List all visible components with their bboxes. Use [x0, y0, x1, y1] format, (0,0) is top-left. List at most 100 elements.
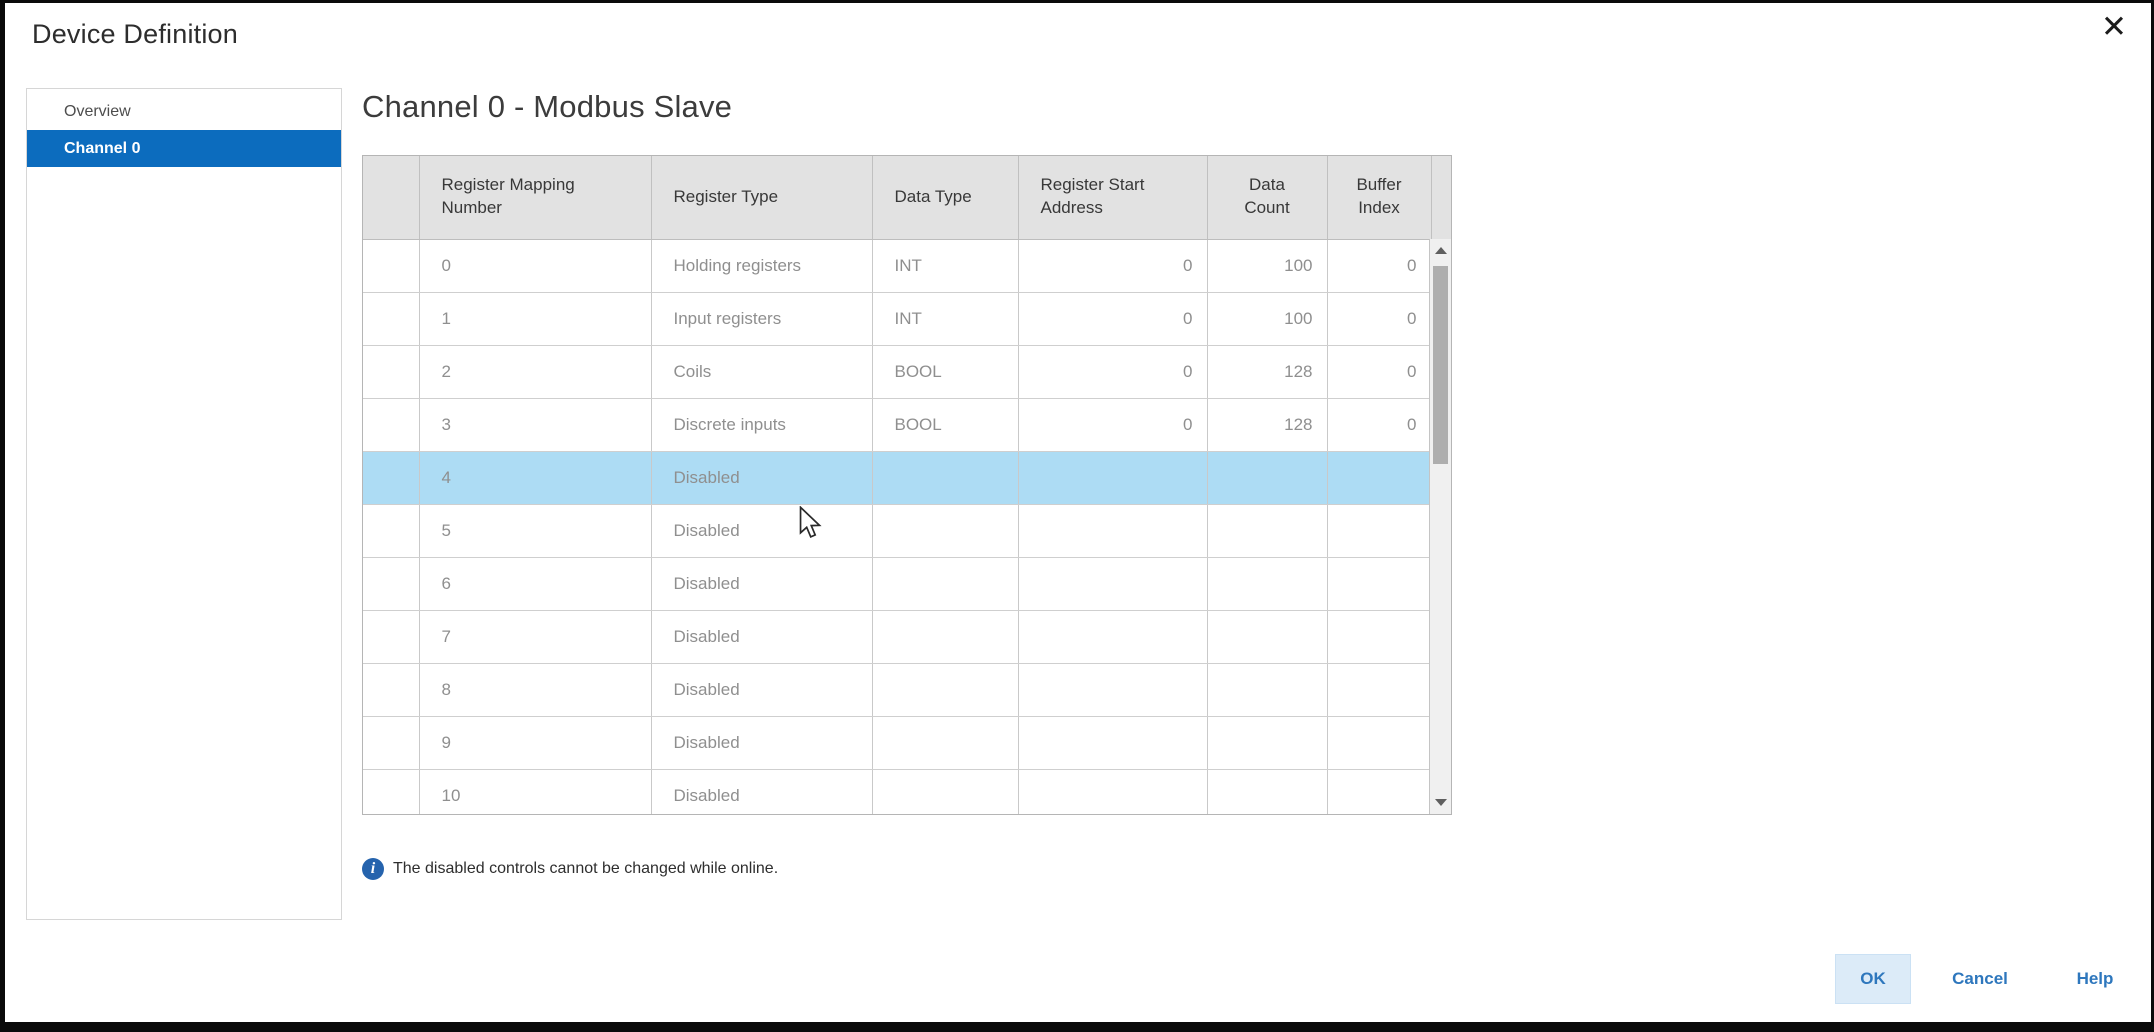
data-count-cell [1207, 557, 1327, 610]
mapping-number-cell: 1 [419, 292, 651, 345]
data-type-cell [872, 451, 1018, 504]
data-count-cell [1207, 663, 1327, 716]
register-start-address-cell [1018, 610, 1207, 663]
dialog-title: Device Definition [32, 19, 238, 50]
buffer-index-cell [1327, 451, 1431, 504]
close-icon[interactable]: ✕ [2101, 11, 2127, 42]
buffer-index-cell [1327, 716, 1431, 769]
row-selector-cell [363, 451, 419, 504]
mapping-number-cell: 8 [419, 663, 651, 716]
mapping-number-cell: 0 [419, 239, 651, 292]
buffer-index-cell: 0 [1327, 239, 1431, 292]
selector-column-header [363, 156, 419, 239]
ok-button[interactable]: OK [1835, 954, 1911, 1004]
sidebar: Overview Channel 0 [26, 88, 342, 920]
table-row[interactable]: 7Disabled [363, 610, 1451, 663]
cancel-button[interactable]: Cancel [1943, 954, 2017, 1004]
table-row[interactable]: 6Disabled [363, 557, 1451, 610]
register-type-cell: Disabled [651, 663, 872, 716]
disabled-controls-note: i The disabled controls cannot be change… [362, 858, 778, 880]
table-row[interactable]: 8Disabled [363, 663, 1451, 716]
register-start-address-cell [1018, 769, 1207, 815]
table-body: 0Holding registersINT010001Input registe… [363, 239, 1451, 815]
data-count-cell: 100 [1207, 239, 1327, 292]
scrollbar-down-icon[interactable] [1435, 799, 1447, 806]
row-selector-cell [363, 769, 419, 815]
table-row[interactable]: 5Disabled [363, 504, 1451, 557]
row-selector-cell [363, 557, 419, 610]
register-type-cell: Holding registers [651, 239, 872, 292]
column-header-register-type: Register Type [651, 156, 872, 239]
data-type-cell [872, 663, 1018, 716]
table-row[interactable]: 0Holding registersINT01000 [363, 239, 1451, 292]
data-count-cell [1207, 716, 1327, 769]
sidebar-item-channel-0[interactable]: Channel 0 [27, 130, 341, 167]
scrollbar-up-icon[interactable] [1435, 247, 1447, 254]
data-count-cell [1207, 504, 1327, 557]
mapping-number-cell: 3 [419, 398, 651, 451]
data-type-cell: INT [872, 292, 1018, 345]
row-selector-cell [363, 239, 419, 292]
data-type-cell: INT [872, 239, 1018, 292]
mapping-number-cell: 2 [419, 345, 651, 398]
data-type-cell: BOOL [872, 398, 1018, 451]
register-start-address-cell [1018, 504, 1207, 557]
buffer-index-cell [1327, 557, 1431, 610]
buffer-index-cell: 0 [1327, 345, 1431, 398]
table-row[interactable]: 3Discrete inputsBOOL01280 [363, 398, 1451, 451]
register-type-cell: Disabled [651, 769, 872, 815]
scrollbar-thumb[interactable] [1433, 266, 1448, 464]
help-button[interactable]: Help [2067, 954, 2123, 1004]
register-start-address-cell: 0 [1018, 292, 1207, 345]
register-start-address-cell [1018, 663, 1207, 716]
sidebar-item-overview[interactable]: Overview [27, 93, 341, 130]
table-header-row: Register Mapping Number Register Type Da… [363, 156, 1451, 239]
mapping-number-cell: 9 [419, 716, 651, 769]
table-row[interactable]: 4Disabled [363, 451, 1451, 504]
register-start-address-cell: 0 [1018, 345, 1207, 398]
row-selector-cell [363, 610, 419, 663]
register-type-cell: Coils [651, 345, 872, 398]
buffer-index-cell: 0 [1327, 292, 1431, 345]
register-mapping-table: Register Mapping Number Register Type Da… [362, 155, 1452, 815]
register-start-address-cell: 0 [1018, 398, 1207, 451]
data-count-cell [1207, 451, 1327, 504]
row-selector-cell [363, 292, 419, 345]
data-count-cell: 128 [1207, 398, 1327, 451]
column-header-buffer-index: Buffer Index [1327, 156, 1431, 239]
register-start-address-cell [1018, 716, 1207, 769]
table-row[interactable]: 10Disabled [363, 769, 1451, 815]
register-type-cell: Disabled [651, 716, 872, 769]
device-definition-dialog: Device Definition ✕ Overview Channel 0 C… [0, 0, 2154, 1032]
register-type-cell: Disabled [651, 451, 872, 504]
data-type-cell [872, 716, 1018, 769]
mapping-number-cell: 7 [419, 610, 651, 663]
data-type-cell [872, 610, 1018, 663]
register-type-cell: Disabled [651, 557, 872, 610]
data-type-cell [872, 504, 1018, 557]
data-type-cell [872, 769, 1018, 815]
register-start-address-cell [1018, 557, 1207, 610]
register-start-address-cell: 0 [1018, 239, 1207, 292]
register-type-cell: Discrete inputs [651, 398, 872, 451]
buffer-index-cell [1327, 610, 1431, 663]
register-start-address-cell [1018, 451, 1207, 504]
register-type-cell: Input registers [651, 292, 872, 345]
buffer-index-cell [1327, 504, 1431, 557]
row-selector-cell [363, 345, 419, 398]
mapping-number-cell: 6 [419, 557, 651, 610]
register-type-cell: Disabled [651, 610, 872, 663]
data-count-cell: 128 [1207, 345, 1327, 398]
mapping-number-cell: 4 [419, 451, 651, 504]
row-selector-cell [363, 504, 419, 557]
buffer-index-cell [1327, 663, 1431, 716]
table-row[interactable]: 2CoilsBOOL01280 [363, 345, 1451, 398]
data-count-cell [1207, 769, 1327, 815]
row-selector-cell [363, 716, 419, 769]
table-row[interactable]: 9Disabled [363, 716, 1451, 769]
vertical-scrollbar[interactable] [1429, 239, 1451, 814]
column-header-register-start-address: Register Start Address [1018, 156, 1207, 239]
row-selector-cell [363, 398, 419, 451]
column-header-data-type: Data Type [872, 156, 1018, 239]
table-row[interactable]: 1Input registersINT01000 [363, 292, 1451, 345]
